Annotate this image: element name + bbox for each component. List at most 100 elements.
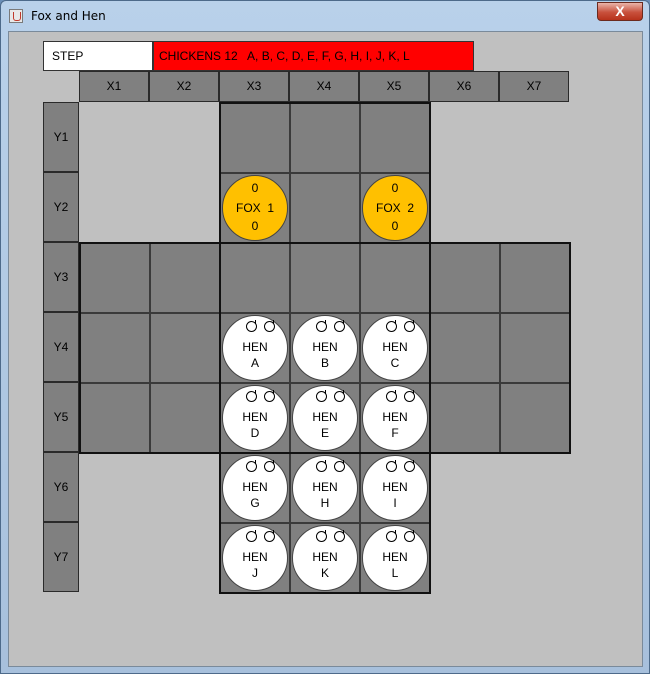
column-header-x1: X1 [79, 71, 149, 102]
board-cell-x6-y3[interactable] [430, 243, 500, 313]
hen-right-eye-icon [334, 460, 345, 472]
hen-right-eye-icon [404, 390, 415, 402]
row-header-y5: Y5 [43, 382, 79, 452]
hen-label: HEN [242, 480, 268, 494]
hen-label: HEN [242, 410, 268, 424]
title-bar[interactable]: Fox and Hen X [1, 1, 649, 31]
board-cell-x2-y5[interactable] [150, 383, 220, 453]
hen-right-eye-icon [404, 530, 415, 542]
board-cell-x6-y5[interactable] [430, 383, 500, 453]
hen-label: HEN [242, 550, 268, 564]
hen-eyes [363, 530, 427, 545]
board-cell-x1-y3[interactable] [80, 243, 150, 313]
hen-right-eye-icon [264, 390, 275, 402]
row-header-y1: Y1 [43, 102, 79, 172]
hen-label: HEN [382, 410, 408, 424]
hen-label: HEN [242, 340, 268, 354]
hen-eyes [363, 320, 427, 335]
board-cell-x1-y4[interactable] [80, 313, 150, 383]
hen-piece-h[interactable]: HEN H [292, 455, 358, 521]
hen-label: HEN [312, 480, 338, 494]
hen-left-eye-icon [386, 320, 397, 332]
hen-eyes [223, 530, 287, 545]
hen-label: HEN [382, 550, 408, 564]
hen-eyes [363, 390, 427, 405]
window-title: Fox and Hen [31, 9, 106, 23]
hen-piece-f[interactable]: HEN F [362, 385, 428, 451]
hen-left-eye-icon [386, 390, 397, 402]
board-cell-x4-y2[interactable] [290, 173, 360, 243]
row-header-y4: Y4 [43, 312, 79, 382]
hen-left-eye-icon [246, 320, 257, 332]
row-header-y7: Y7 [43, 522, 79, 592]
fox-piece-1[interactable]: 0 FOX 1 0 [222, 175, 288, 241]
hen-right-eye-icon [334, 390, 345, 402]
hen-eyes [223, 320, 287, 335]
hen-piece-b[interactable]: HEN B [292, 315, 358, 381]
hen-letter: K [320, 566, 329, 580]
hen-piece-k[interactable]: HEN K [292, 525, 358, 591]
hen-label: HEN [382, 480, 408, 494]
board-cell-x5-y3[interactable] [360, 243, 430, 313]
hen-letter: D [250, 426, 260, 440]
board-cell-x4-y3[interactable] [290, 243, 360, 313]
fox-piece-2[interactable]: 0 FOX 2 0 [362, 175, 428, 241]
column-header-x3: X3 [219, 71, 289, 102]
board-cell-x7-y3[interactable] [500, 243, 570, 313]
board-cell-x5-y1[interactable] [360, 103, 430, 173]
board-cell-x2-y4[interactable] [150, 313, 220, 383]
hen-left-eye-icon [246, 390, 257, 402]
hen-piece-g[interactable]: HEN G [222, 455, 288, 521]
hen-piece-d[interactable]: HEN D [222, 385, 288, 451]
hen-letter: H [320, 496, 330, 510]
hen-piece-l[interactable]: HEN L [362, 525, 428, 591]
board-cell-x7-y5[interactable] [500, 383, 570, 453]
hen-left-eye-icon [316, 460, 327, 472]
row-header-y3: Y3 [43, 242, 79, 312]
hen-piece-e[interactable]: HEN E [292, 385, 358, 451]
hen-right-eye-icon [264, 460, 275, 472]
hen-right-eye-icon [264, 320, 275, 332]
board-cell-x1-y5[interactable] [80, 383, 150, 453]
hen-piece-i[interactable]: HEN I [362, 455, 428, 521]
hen-right-eye-icon [334, 320, 345, 332]
hen-letter: G [250, 496, 260, 510]
row-header-y2: Y2 [43, 172, 79, 242]
board-cell-x2-y3[interactable] [150, 243, 220, 313]
hen-eyes [363, 460, 427, 475]
fox-bottom-counter: 0 [251, 219, 259, 233]
hen-piece-c[interactable]: HEN C [362, 315, 428, 381]
hen-letter: B [320, 356, 329, 370]
hen-letter: A [250, 356, 259, 370]
hen-label: HEN [312, 340, 338, 354]
hen-label: HEN [312, 410, 338, 424]
hen-label: HEN [312, 550, 338, 564]
hen-right-eye-icon [264, 530, 275, 542]
hen-piece-a[interactable]: HEN A [222, 315, 288, 381]
fox-bottom-counter: 0 [391, 219, 399, 233]
fox-top-counter: 0 [391, 181, 399, 195]
hen-letter: E [320, 426, 329, 440]
hen-left-eye-icon [316, 320, 327, 332]
hen-right-eye-icon [404, 320, 415, 332]
hen-letter: I [393, 496, 397, 510]
hen-piece-j[interactable]: HEN J [222, 525, 288, 591]
hen-letter: F [391, 426, 399, 440]
step-label: STEP [43, 41, 153, 71]
board-cell-x3-y1[interactable] [220, 103, 290, 173]
chickens-status: CHICKENS 12 A, B, C, D, E, F, G, H, I, J… [153, 41, 474, 71]
hen-eyes [223, 390, 287, 405]
hen-right-eye-icon [334, 530, 345, 542]
column-header-x6: X6 [429, 71, 499, 102]
board-cell-x6-y4[interactable] [430, 313, 500, 383]
board-cell-x7-y4[interactable] [500, 313, 570, 383]
hen-left-eye-icon [316, 530, 327, 542]
hen-eyes [293, 390, 357, 405]
hen-left-eye-icon [246, 460, 257, 472]
board-cell-x3-y3[interactable] [220, 243, 290, 313]
fox-label: FOX 1 [235, 201, 274, 215]
column-header-x4: X4 [289, 71, 359, 102]
close-button[interactable]: X [597, 2, 643, 21]
board-cell-x4-y1[interactable] [290, 103, 360, 173]
hen-right-eye-icon [404, 460, 415, 472]
